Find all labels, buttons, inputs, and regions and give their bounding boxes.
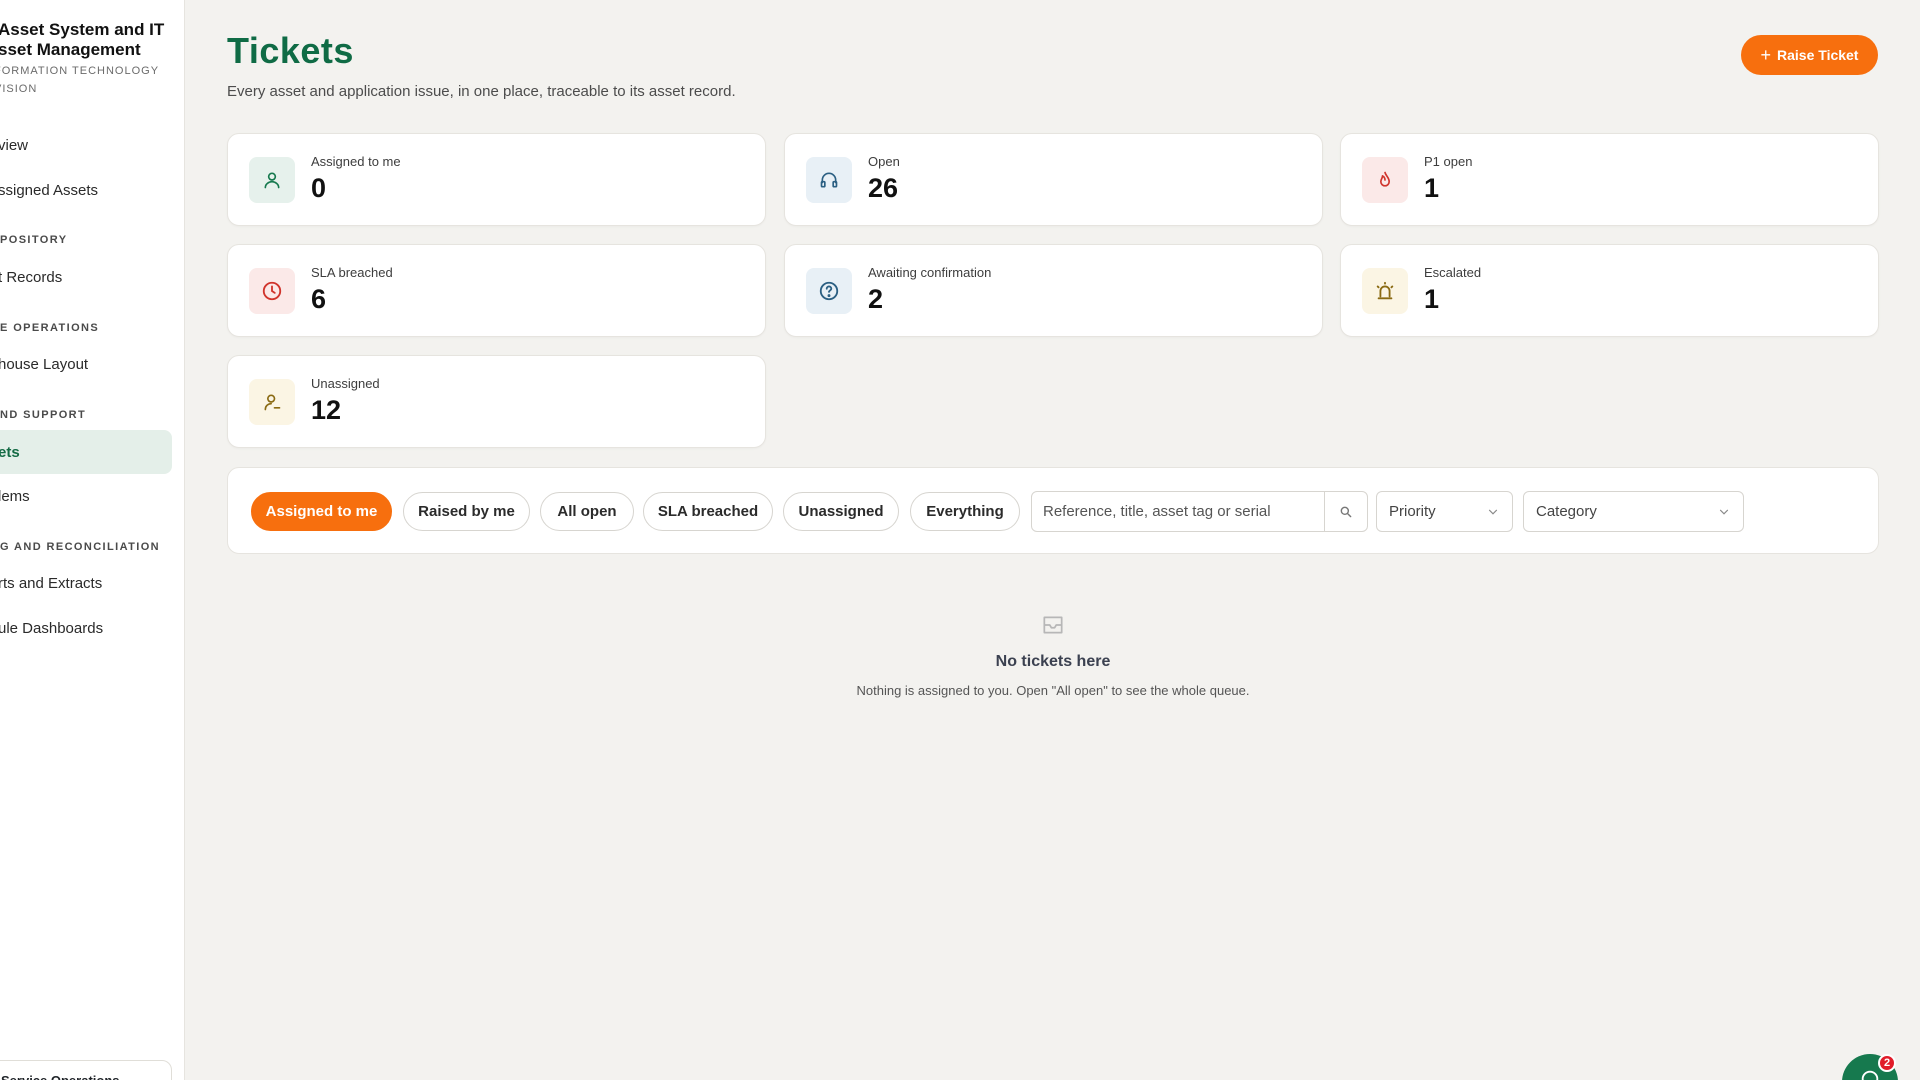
sidebar-item-label: house Layout	[0, 355, 89, 373]
chevron-down-icon	[1488, 509, 1498, 515]
sidebar-item-label: view	[0, 136, 29, 154]
stat-value: 26	[868, 173, 899, 203]
search-button[interactable]	[1324, 492, 1367, 531]
brand-title-line-2: sset Management	[0, 40, 141, 59]
brand-subtitle-line-1: FORMATION TECHNOLOGY	[0, 65, 160, 77]
stat-card-escalated[interactable]: Escalated 1	[1340, 244, 1879, 337]
stat-value: 0	[311, 173, 327, 203]
stat-label: Awaiting confirmation	[868, 265, 992, 280]
filter-chip-sla-breached[interactable]: SLA breached	[643, 492, 773, 531]
category-select[interactable]: Category	[1523, 491, 1744, 532]
stat-value: 12	[311, 395, 342, 425]
filter-chip-everything[interactable]: Everything	[910, 492, 1020, 531]
stat-label: Open	[868, 154, 900, 169]
stat-value: 1	[1424, 173, 1440, 203]
stat-card-p1-open[interactable]: P1 open 1	[1340, 133, 1879, 226]
sidebar-item-label: t Records	[0, 268, 63, 286]
sidebar-item-overview[interactable]: view	[0, 123, 172, 167]
empty-state-title: No tickets here	[995, 653, 1111, 670]
headset-icon	[806, 157, 852, 203]
user-minus-icon	[249, 379, 295, 425]
stat-value: 6	[311, 284, 327, 314]
raise-ticket-button[interactable]: + Raise Ticket	[1741, 35, 1878, 75]
search-icon	[1340, 506, 1352, 517]
question-icon	[806, 268, 852, 314]
empty-state-message: Nothing is assigned to you. Open "All op…	[856, 683, 1250, 698]
filter-chip-assigned-to-me[interactable]: Assigned to me	[251, 492, 392, 531]
stat-label: SLA breached	[311, 265, 393, 280]
raise-ticket-label: Raise Ticket	[1777, 47, 1859, 63]
stat-card-sla-breached[interactable]: SLA breached 6	[227, 244, 766, 337]
inbox-icon	[1043, 616, 1063, 634]
stat-card-awaiting-confirmation[interactable]: Awaiting confirmation 2	[784, 244, 1323, 337]
sidebar-item-label: ule Dashboards	[0, 619, 104, 637]
stat-card-open[interactable]: Open 26	[784, 133, 1323, 226]
stat-label: Unassigned	[311, 376, 380, 391]
sidebar-item-label: ssigned Assets	[0, 181, 99, 199]
sidebar-item-tickets[interactable]: ets	[0, 430, 172, 474]
flame-icon	[1362, 157, 1408, 203]
chevron-down-icon	[1719, 509, 1729, 515]
page-subtitle: Every asset and application issue, in on…	[227, 83, 736, 100]
search-box	[1031, 491, 1368, 532]
sidebar-section-repository: POSITORY	[0, 234, 68, 246]
priority-select[interactable]: Priority	[1376, 491, 1513, 532]
stat-value: 1	[1424, 284, 1440, 314]
brand: Asset System and IT sset Management FORM…	[0, 20, 175, 98]
sidebar-item-warehouse-layout[interactable]: house Layout	[0, 342, 172, 386]
stat-card-assigned-to-me[interactable]: Assigned to me 0	[227, 133, 766, 226]
filter-chip-all-open[interactable]: All open	[540, 492, 634, 531]
sidebar-item-asset-records[interactable]: t Records	[0, 255, 172, 299]
filter-chip-unassigned[interactable]: Unassigned	[783, 492, 899, 531]
plus-icon: +	[1760, 45, 1772, 65]
stat-value: 2	[868, 284, 884, 314]
search-input[interactable]	[1032, 492, 1324, 531]
stat-card-unassigned[interactable]: Unassigned 12	[227, 355, 766, 448]
chat-icon	[1861, 1070, 1879, 1080]
chat-notification-badge: 2	[1878, 1054, 1896, 1072]
sidebar: Asset System and IT sset Management FORM…	[0, 0, 185, 1080]
sidebar-item-reports[interactable]: rts and Extracts	[0, 561, 172, 605]
sidebar-section-reports: G AND RECONCILIATION	[0, 541, 160, 553]
sidebar-item-dashboards[interactable]: ule Dashboards	[0, 606, 172, 650]
stat-label: Escalated	[1424, 265, 1482, 280]
category-select-value: Category	[1536, 503, 1597, 520]
stat-label: P1 open	[1424, 154, 1473, 169]
sidebar-item-problems[interactable]: lems	[0, 474, 172, 518]
brand-subtitle-line-2: VISION	[0, 83, 38, 95]
filter-bar: Assigned to me Raised by me All open SLA…	[227, 467, 1879, 554]
priority-select-value: Priority	[1389, 503, 1436, 520]
sidebar-item-label: ets	[0, 443, 20, 461]
filter-chip-raised-by-me[interactable]: Raised by me	[403, 492, 530, 531]
sidebar-section-warehouse: E OPERATIONS	[0, 322, 100, 334]
service-operations-card[interactable]: Service Operations	[0, 1060, 172, 1080]
siren-icon	[1362, 268, 1408, 314]
sidebar-item-assigned-assets[interactable]: ssigned Assets	[0, 168, 172, 212]
sidebar-item-label: lems	[0, 487, 30, 505]
stat-label: Assigned to me	[311, 154, 401, 169]
sidebar-section-support: ND SUPPORT	[0, 409, 87, 421]
brand-title-line-1: Asset System and IT	[0, 20, 165, 39]
page-title: Tickets	[227, 30, 354, 71]
clock-icon	[249, 268, 295, 314]
sidebar-item-label: rts and Extracts	[0, 574, 103, 592]
empty-state: No tickets here Nothing is assigned to y…	[227, 612, 1879, 698]
user-icon	[249, 157, 295, 203]
